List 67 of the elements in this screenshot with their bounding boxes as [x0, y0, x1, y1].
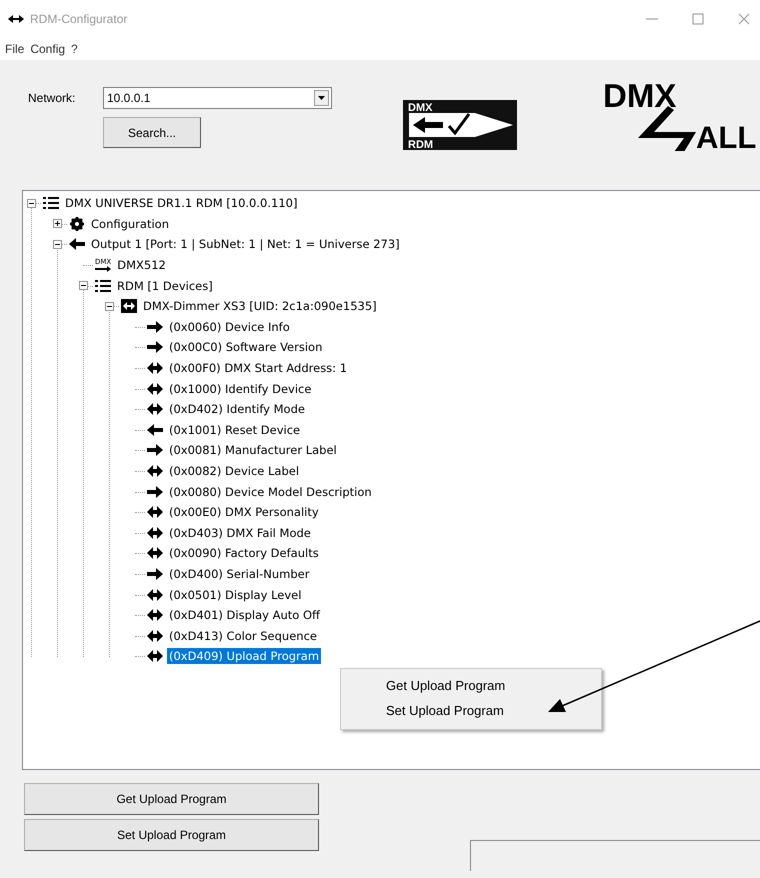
left-arrow-icon — [69, 237, 85, 252]
right-arrow-icon — [147, 340, 163, 354]
double-arrow-icon — [147, 382, 163, 396]
search-button[interactable]: Search... — [103, 117, 201, 148]
tree-item[interactable]: DMX512 — [115, 257, 168, 274]
tree-item[interactable]: (0x00C0) Software Version — [167, 339, 324, 356]
double-arrow-icon — [147, 505, 163, 520]
tree-item[interactable]: (0xD403) DMX Fail Mode — [167, 524, 313, 541]
device-icon — [121, 299, 137, 314]
gear-icon — [69, 216, 85, 231]
action-button[interactable]: Get Upload Program — [24, 783, 319, 815]
tree-item[interactable]: (0x0080) Device Model Description — [167, 484, 374, 500]
tree-item[interactable]: RDM [1 Devices] — [115, 278, 215, 294]
double-arrow-icon — [147, 526, 163, 540]
tree-item[interactable]: (0x0060) Device Info — [167, 318, 292, 335]
menu-item[interactable]: ? — [68, 42, 81, 56]
tree-item[interactable]: DMX-Dimmer XS3 [UID: 2c1a:090e1535] — [141, 298, 379, 314]
tree-item[interactable]: Output 1 [Port: 1 | SubNet: 1 | Net: 1 = Universe 273] — [89, 236, 402, 252]
tree-item[interactable]: (0x00F0) DMX Start Address: 1 — [167, 360, 350, 376]
collapse-icon[interactable] — [53, 240, 62, 249]
tree-item[interactable]: (0xD413) Color Sequence — [167, 628, 319, 644]
tree-item[interactable]: Configuration — [89, 216, 171, 232]
collapse-icon[interactable] — [105, 302, 114, 311]
double-arrow-icon — [147, 608, 163, 622]
tree-item[interactable]: (0xD402) Identify Mode — [167, 401, 307, 418]
tree-item[interactable]: (0x00E0) DMX Personality — [167, 504, 321, 520]
dmx4all-logo: DMX ALL — [600, 76, 760, 151]
collapse-icon[interactable] — [27, 198, 36, 208]
double-arrow-icon — [147, 361, 163, 376]
dmx-rdm-logo: DMX RDM — [403, 100, 517, 150]
action-button[interactable]: Set Upload Program — [24, 819, 319, 851]
right-arrow-icon — [147, 484, 163, 499]
tree-item[interactable]: (0x0082) Device Label — [167, 463, 302, 480]
list-icon — [43, 196, 59, 210]
dropdown-arrow-icon — [318, 96, 325, 100]
close-icon[interactable] — [738, 13, 750, 25]
list-icon — [95, 278, 111, 293]
right-arrow-icon — [147, 320, 163, 334]
context-menu-item[interactable]: Get Upload Program — [341, 674, 601, 699]
double-arrow-icon — [147, 628, 163, 643]
double-arrow-icon — [8, 14, 24, 24]
tree-item[interactable]: (0x0090) Factory Defaults — [167, 545, 321, 562]
maximize-icon[interactable] — [692, 13, 704, 25]
tree-item[interactable]: (0x0081) Manufacturer Label — [167, 442, 339, 458]
right-arrow-icon — [147, 566, 163, 581]
left-arrow-icon — [147, 422, 163, 437]
expand-icon[interactable] — [53, 219, 62, 228]
tree-item[interactable]: (0x1000) Identify Device — [167, 380, 314, 397]
tree-item[interactable]: (0x0501) Display Level — [167, 586, 304, 603]
tree-item[interactable]: DMX UNIVERSE DR1.1 RDM [10.0.0.110] — [63, 195, 300, 212]
double-arrow-icon — [147, 588, 163, 602]
double-arrow-icon — [147, 402, 163, 416]
double-arrow-icon — [147, 464, 163, 478]
collapse-icon[interactable] — [79, 281, 88, 290]
context-menu-item[interactable]: Set Upload Program — [341, 699, 601, 724]
right-arrow-icon — [147, 443, 163, 458]
double-arrow-icon — [147, 546, 163, 560]
window-title: RDM-Configurator — [30, 12, 128, 26]
network-label: Network: — [28, 91, 76, 105]
network-dropdown[interactable]: 10.0.0.1 — [103, 87, 332, 109]
menu-item[interactable]: Config — [27, 42, 68, 56]
tree-item[interactable]: (0xD409) Upload Program — [167, 648, 322, 664]
tree-item[interactable]: (0xD400) Serial-Number — [167, 566, 312, 582]
double-arrow-icon — [147, 649, 163, 664]
tree-item[interactable]: (0xD401) Display Auto Off — [167, 607, 322, 624]
tree-item[interactable]: (0x1001) Reset Device — [167, 422, 302, 438]
menu-item[interactable]: File — [2, 42, 28, 56]
